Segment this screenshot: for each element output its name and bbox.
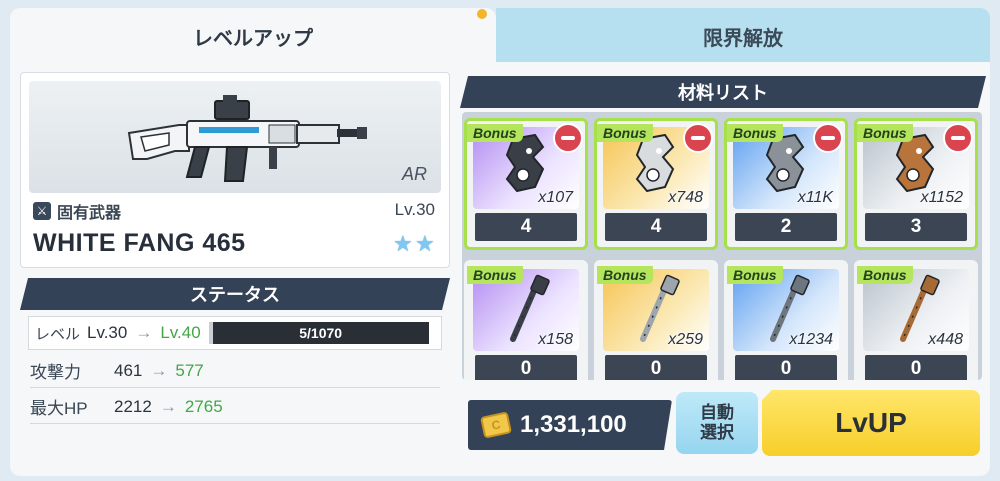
exp-progress-bar: 5/1070 (208, 322, 429, 344)
material-item[interactable]: Bonus x448 0 (854, 260, 978, 380)
attack-from: 461 (114, 360, 143, 380)
exp-progress-text: 5/1070 (299, 325, 343, 341)
weapon-class: AR (401, 164, 427, 184)
level-label: レベル (35, 325, 81, 343)
material-item[interactable]: Bonus x1234 0 (724, 260, 848, 380)
remove-material-button[interactable] (813, 123, 843, 153)
bonus-badge: Bonus (727, 124, 783, 142)
remove-material-button[interactable] (943, 123, 973, 153)
notification-dot (477, 9, 487, 19)
material-item[interactable]: Bonus x259 0 (594, 260, 718, 380)
material-item[interactable]: Bonus x107 4 (464, 118, 588, 250)
unique-weapon-label: 固有武器 (57, 205, 122, 222)
attack-label: 攻撃力 (30, 363, 81, 382)
arrow-icon: → (150, 360, 168, 380)
material-owned-count: x158 (538, 331, 573, 348)
material-item[interactable]: Bonus x1152 3 (854, 118, 978, 250)
weapon-level: Lv.30 (394, 200, 435, 219)
material-item[interactable]: Bonus x158 0 (464, 260, 588, 380)
level-from: Lv.30 (87, 323, 128, 342)
material-item[interactable]: Bonus x748 4 (594, 118, 718, 250)
material-selected-count: 0 (865, 355, 967, 380)
bonus-badge: Bonus (467, 266, 523, 284)
lvup-label: LvUP (835, 407, 907, 438)
bonus-badge: Bonus (727, 266, 783, 284)
tab-level-up-label: レベルアップ (193, 27, 313, 50)
bonus-badge: Bonus (857, 124, 913, 142)
credits-amount: 1,331,100 (520, 411, 627, 438)
stat-row-attack: 攻撃力 461 → 577 (30, 354, 440, 388)
material-owned-count: x448 (928, 331, 963, 348)
material-grid: Bonus x107 4 Bonus x748 4 Bonus x11K 2 Bonus x1152… (462, 112, 982, 380)
material-selected-count: 3 (865, 213, 967, 241)
weapon-stars: ★ ★ (393, 233, 437, 255)
weapon-card[interactable]: AR ⚔ 固有武器 Lv.30 WHITE FANG 465 ★ ★ (20, 72, 450, 268)
rifle-icon (127, 95, 367, 182)
bonus-badge: Bonus (597, 266, 653, 284)
material-owned-count: x748 (668, 189, 703, 206)
bonus-badge: Bonus (857, 266, 913, 284)
max-hp-label: 最大HP (30, 399, 88, 418)
material-owned-count: x1152 (920, 189, 963, 206)
max-hp-from: 2212 (114, 396, 152, 416)
credit-icon: C (480, 411, 512, 438)
weapon-name: WHITE FANG 465 (33, 229, 246, 257)
credits-display: C 1,331,100 (468, 400, 672, 450)
material-selected-count: 4 (605, 213, 707, 241)
status-header: ステータス (20, 278, 450, 310)
material-selected-count: 0 (735, 355, 837, 380)
material-owned-count: x259 (668, 331, 703, 348)
status-header-label: ステータス (190, 285, 280, 305)
material-selected-count: 0 (475, 355, 577, 380)
material-owned-count: x1234 (789, 331, 833, 348)
auto-select-button[interactable]: 自動 選択 (676, 392, 758, 454)
lvup-button[interactable]: LvUP (762, 390, 980, 456)
material-selected-count: 2 (735, 213, 837, 241)
material-owned-count: x107 (538, 189, 573, 206)
remove-material-button[interactable] (683, 123, 713, 153)
arrow-icon: → (159, 396, 177, 416)
auto-select-label-1: 自動 (700, 403, 734, 422)
unique-weapon-tag: ⚔ 固有武器 (33, 199, 121, 223)
star-icon: ★ (393, 231, 413, 256)
max-hp-to: 2765 (184, 396, 223, 416)
stat-row-max-hp: 最大HP 2212 → 2765 (30, 390, 440, 424)
material-item[interactable]: Bonus x11K 2 (724, 118, 848, 250)
material-selected-count: 0 (605, 355, 707, 380)
unique-weapon-icon: ⚔ (33, 202, 51, 220)
tab-limit-break[interactable]: 限界解放 (496, 8, 990, 64)
auto-select-label-2: 選択 (700, 423, 734, 442)
attack-to: 577 (175, 360, 204, 380)
material-selected-count: 4 (475, 213, 577, 241)
material-list-header: 材料リスト (460, 76, 986, 108)
level-to: Lv.40 (160, 323, 201, 342)
star-icon: ★ (415, 231, 435, 256)
stat-row-level: レベル Lv.30 → Lv.40 5/1070 (28, 316, 442, 350)
arrow-icon: → (135, 323, 153, 342)
bonus-badge: Bonus (597, 124, 653, 142)
weapon-image: AR (29, 81, 441, 193)
bonus-badge: Bonus (467, 124, 523, 142)
tab-limit-break-label: 限界解放 (703, 27, 783, 50)
remove-material-button[interactable] (553, 123, 583, 153)
material-list-header-label: 材料リスト (678, 83, 768, 103)
material-owned-count: x11K (797, 189, 833, 206)
tab-level-up[interactable]: レベルアップ (10, 8, 496, 64)
